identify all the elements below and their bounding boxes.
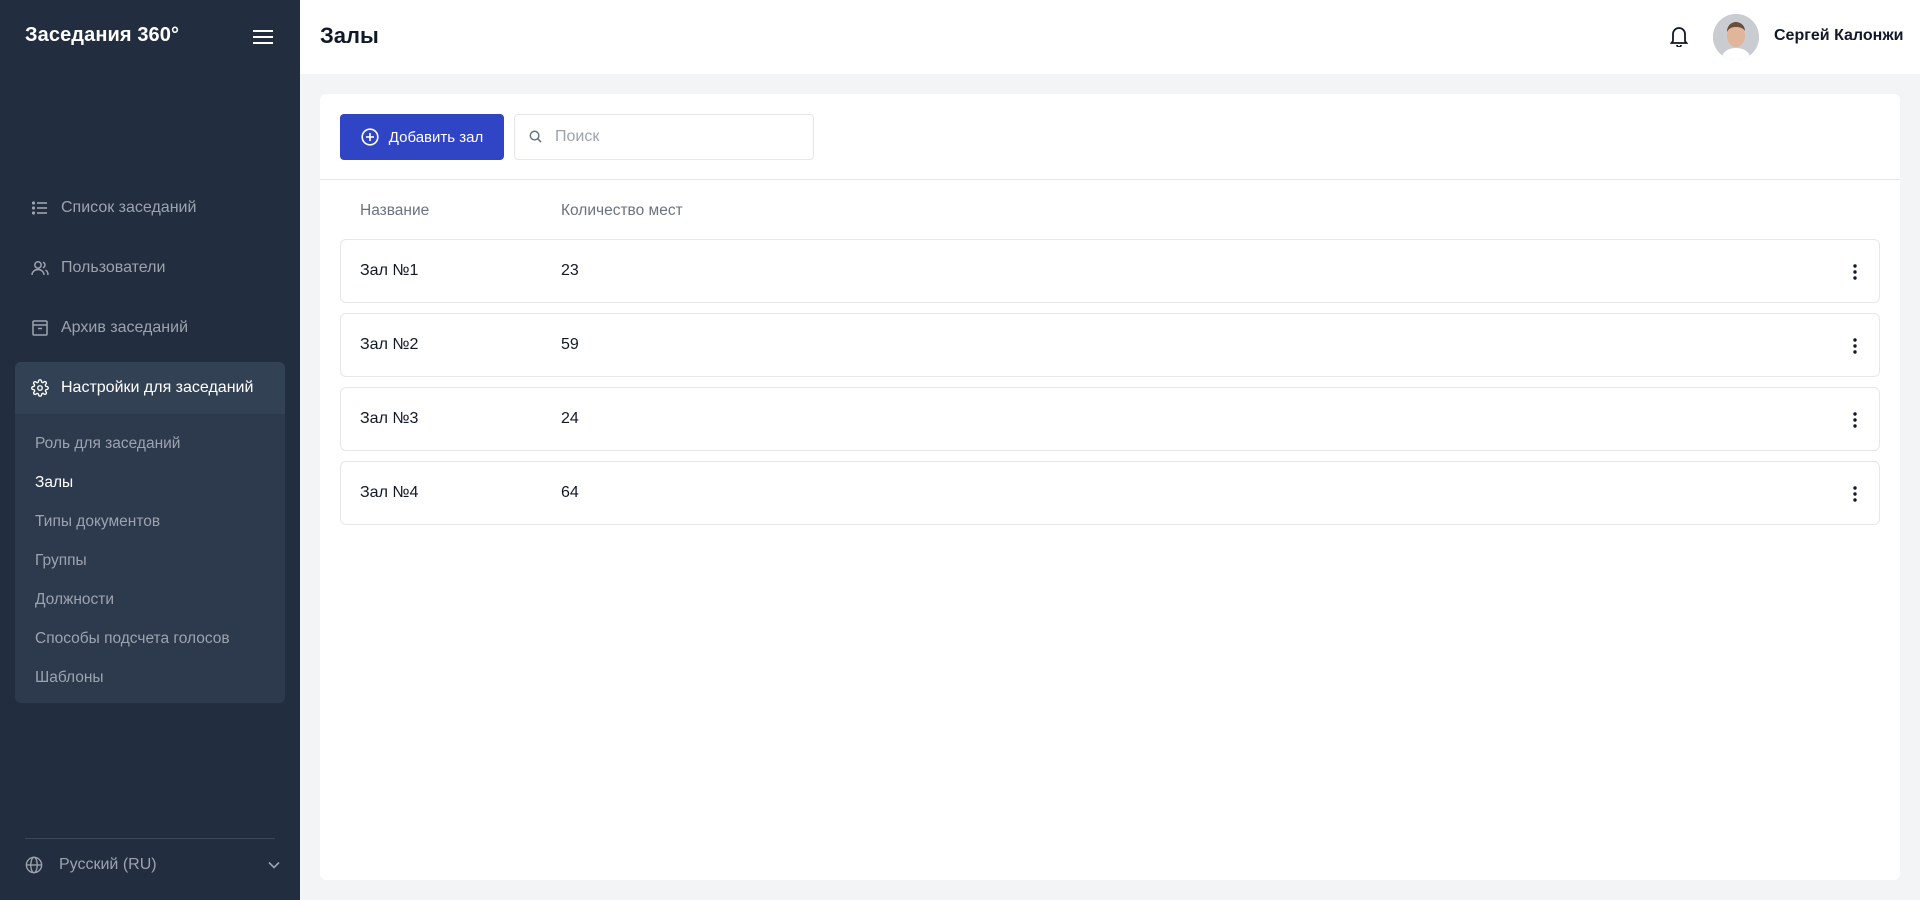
sidebar-item-settings[interactable]: Настройки для заседаний bbox=[15, 362, 285, 414]
submenu-item-document-types[interactable]: Типы документов bbox=[15, 502, 285, 541]
settings-submenu: Роль для заседаний Залы Типы документов … bbox=[15, 414, 285, 697]
more-options-icon[interactable] bbox=[1845, 408, 1865, 432]
hall-seats: 23 bbox=[561, 262, 579, 279]
chevron-down-icon bbox=[268, 861, 280, 869]
users-icon bbox=[31, 259, 49, 277]
toolbar: Добавить зал bbox=[320, 94, 1900, 180]
hall-seats: 59 bbox=[561, 336, 579, 353]
globe-icon bbox=[25, 855, 45, 875]
hall-name: Зал №4 bbox=[360, 484, 419, 501]
table-row[interactable]: Зал №1 23 bbox=[340, 239, 1880, 303]
archive-icon bbox=[31, 319, 49, 337]
sidebar: Заседания 360° Список заседаний Пользова… bbox=[0, 0, 300, 900]
hall-name: Зал №2 bbox=[360, 336, 419, 353]
table-row[interactable]: Зал №4 64 bbox=[340, 461, 1880, 525]
list-icon bbox=[31, 199, 49, 217]
sidebar-item-label: Список заседаний bbox=[61, 199, 197, 216]
sidebar-group-settings: Настройки для заседаний Роль для заседан… bbox=[15, 362, 285, 703]
submenu-item-groups[interactable]: Группы bbox=[15, 541, 285, 580]
hall-name: Зал №1 bbox=[360, 262, 419, 279]
submenu-item-halls[interactable]: Залы bbox=[15, 463, 285, 502]
sidebar-item-label: Архив заседаний bbox=[61, 319, 188, 336]
submenu-item-vote-counting[interactable]: Способы подсчета голосов bbox=[15, 619, 285, 658]
table-row[interactable]: Зал №3 24 bbox=[340, 387, 1880, 451]
search-box bbox=[514, 114, 814, 160]
add-hall-button[interactable]: Добавить зал bbox=[340, 114, 504, 160]
user-name[interactable]: Сергей Калонжи bbox=[1774, 27, 1904, 45]
hall-seats: 24 bbox=[561, 410, 579, 427]
sidebar-item-meetings[interactable]: Список заседаний bbox=[15, 182, 285, 234]
more-options-icon[interactable] bbox=[1845, 260, 1865, 284]
page-title: Залы bbox=[320, 23, 379, 48]
hall-seats: 64 bbox=[561, 484, 579, 501]
language-label: Русский (RU) bbox=[59, 856, 157, 873]
submenu-item-positions[interactable]: Должности bbox=[15, 580, 285, 619]
search-icon bbox=[529, 130, 543, 144]
sidebar-nav: Список заседаний Пользователи Архив засе… bbox=[15, 182, 285, 703]
plus-circle-icon bbox=[361, 128, 379, 146]
sidebar-item-archive[interactable]: Архив заседаний bbox=[15, 302, 285, 354]
divider bbox=[25, 838, 275, 839]
avatar[interactable] bbox=[1713, 14, 1759, 60]
bell-icon[interactable] bbox=[1669, 25, 1692, 49]
more-options-icon[interactable] bbox=[1845, 482, 1865, 506]
app-title: Заседания 360° bbox=[25, 24, 180, 46]
gear-icon bbox=[31, 379, 49, 397]
submenu-item-roles[interactable]: Роль для заседаний bbox=[15, 424, 285, 463]
hall-name: Зал №3 bbox=[360, 410, 419, 427]
halls-table: Зал №1 23 Зал №2 59 Зал №3 24 Зал №4 64 bbox=[340, 239, 1880, 535]
more-options-icon[interactable] bbox=[1845, 334, 1865, 358]
hamburger-menu-icon[interactable] bbox=[250, 26, 276, 48]
table-row[interactable]: Зал №2 59 bbox=[340, 313, 1880, 377]
submenu-item-templates[interactable]: Шаблоны bbox=[15, 658, 285, 697]
add-hall-label: Добавить зал bbox=[388, 128, 484, 146]
top-header: Залы Сергей Калонжи bbox=[300, 0, 1920, 74]
halls-card: Добавить зал Название Количество мест За… bbox=[320, 94, 1900, 880]
search-input[interactable] bbox=[555, 128, 795, 146]
column-header-name: Название bbox=[360, 202, 430, 219]
language-selector[interactable]: Русский (RU) bbox=[25, 852, 280, 878]
column-header-seats: Количество мест bbox=[561, 202, 683, 219]
table-header: Название Количество мест bbox=[320, 180, 1900, 240]
sidebar-item-label: Пользователи bbox=[61, 259, 166, 276]
sidebar-item-users[interactable]: Пользователи bbox=[15, 242, 285, 294]
sidebar-item-label: Настройки для заседаний bbox=[61, 379, 254, 396]
